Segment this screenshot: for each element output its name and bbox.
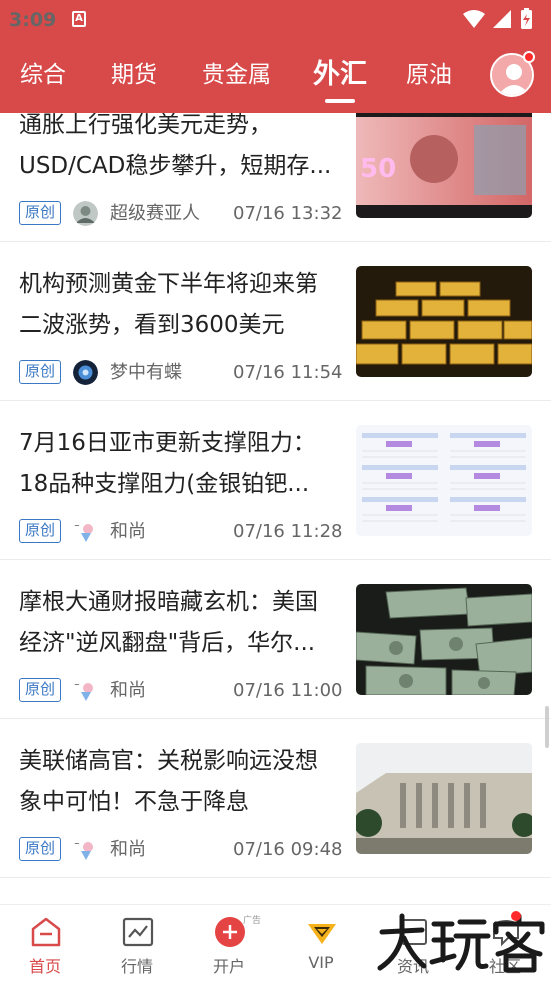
author-avatar xyxy=(73,360,98,385)
article-meta: 原创 超级赛亚人 07/16 13:32 xyxy=(19,201,349,227)
publish-time: 07/16 11:54 xyxy=(233,362,343,383)
article-title: 美联储高官：关税影响远没想象中可怕！不急于降息 xyxy=(19,748,318,815)
active-tab-indicator xyxy=(325,99,355,103)
tab-label: 原油 xyxy=(406,62,452,88)
status-bar: 3:09 A xyxy=(0,0,551,38)
publish-time: 07/16 13:32 xyxy=(233,203,343,224)
nav-label: 首页 xyxy=(28,957,61,976)
article-thumbnail xyxy=(356,425,532,536)
tab-precious-metals[interactable]: 贵金属 xyxy=(202,55,271,99)
article-thumbnail xyxy=(356,584,532,695)
status-time: 3:09 xyxy=(9,9,57,31)
article-title: 通胀上行强化美元走势，USD/CAD稳步攀升，短期存... xyxy=(19,112,332,179)
article-item[interactable]: 机构预测黄金下半年将迎来第二波涨势，看到3600美元 原创 梦中有蝶 07/16… xyxy=(0,242,551,401)
author-avatar: ~ xyxy=(73,519,98,544)
article-thumbnail: 50 xyxy=(356,107,532,218)
original-badge: 原创 xyxy=(19,360,61,384)
nav-label: VIP xyxy=(308,953,334,972)
scroll-indicator[interactable] xyxy=(545,706,549,748)
original-badge: 原创 xyxy=(19,519,61,543)
original-badge: 原创 xyxy=(19,837,61,861)
article-item[interactable]: 美联储高官：关税影响远没想象中可怕！不急于降息 原创 ~ 和尚 07/16 09… xyxy=(0,719,551,878)
article-title: 机构预测黄金下半年将迎来第二波涨势，看到3600美元 xyxy=(19,271,318,338)
author-avatar: ~ xyxy=(73,837,98,862)
nav-market[interactable]: 行情 xyxy=(92,905,182,981)
tab-label: 期货 xyxy=(111,62,157,88)
wifi-icon xyxy=(463,10,485,28)
article-thumbnail xyxy=(356,266,532,377)
article-item[interactable]: 7月16日亚市更新支撑阻力：18品种支撑阻力(金银铂钯... 原创 ~ 和尚 0… xyxy=(0,401,551,560)
nav-home[interactable]: 首页 xyxy=(0,905,90,981)
nav-label: 开户 xyxy=(212,957,245,976)
publish-time: 07/16 11:28 xyxy=(233,521,343,542)
article-meta: 原创 梦中有蝶 07/16 11:54 xyxy=(19,360,349,386)
author-name: 和尚 xyxy=(110,521,146,542)
svg-text:~: ~ xyxy=(74,840,80,848)
author-name: 超级赛亚人 xyxy=(110,203,200,224)
nav-label: 行情 xyxy=(120,957,153,976)
plus-circle-icon xyxy=(215,917,245,947)
original-badge: 原创 xyxy=(19,678,61,702)
vip-diamond-icon xyxy=(308,924,336,944)
publish-time: 07/16 09:48 xyxy=(233,839,343,860)
article-item[interactable]: 摩根大通财报暗藏玄机：美国经济"逆风翻盘"背后，华尔... 原创 ~ 和尚 07… xyxy=(0,560,551,719)
tab-label: 贵金属 xyxy=(202,62,271,88)
original-badge: 原创 xyxy=(19,201,61,225)
community-notification-dot xyxy=(511,911,521,921)
svg-text:~: ~ xyxy=(74,681,80,689)
notification-icon: A xyxy=(72,11,86,27)
article-thumbnail xyxy=(356,743,532,854)
system-status-icons xyxy=(463,8,532,29)
article-meta: 原创 ~ 和尚 07/16 11:28 xyxy=(19,519,349,545)
tab-futures[interactable]: 期货 xyxy=(111,55,157,99)
author-name: 和尚 xyxy=(110,680,146,701)
category-tabs: 综合 期货 贵金属 外汇 原油 xyxy=(0,55,551,103)
author-name: 梦中有蝶 xyxy=(110,362,182,383)
chart-icon xyxy=(122,917,154,947)
author-avatar xyxy=(73,201,98,226)
signal-icon xyxy=(493,10,511,28)
top-header: 3:09 A 综合 期货 贵金属 外汇 原油 xyxy=(0,0,551,113)
article-feed: 通胀上行强化美元走势，USD/CAD稳步攀升，短期存... 原创 超级赛亚人 0… xyxy=(0,83,551,878)
article-meta: 原创 ~ 和尚 07/16 11:00 xyxy=(19,678,349,704)
nav-vip[interactable]: VIP xyxy=(276,905,366,981)
tab-general[interactable]: 综合 xyxy=(20,55,66,99)
article-title: 7月16日亚市更新支撑阻力：18品种支撑阻力(金银铂钯... xyxy=(19,430,316,497)
tab-crude-oil[interactable]: 原油 xyxy=(406,55,452,99)
tab-forex[interactable]: 外汇 xyxy=(313,55,367,103)
svg-text:50: 50 xyxy=(360,154,396,184)
tab-label: 综合 xyxy=(20,62,66,88)
author-name: 和尚 xyxy=(110,839,146,860)
publish-time: 07/16 11:00 xyxy=(233,680,343,701)
article-meta: 原创 ~ 和尚 07/16 09:48 xyxy=(19,837,349,863)
author-avatar: ~ xyxy=(73,678,98,703)
tab-label: 外汇 xyxy=(313,59,367,90)
avatar-notification-dot xyxy=(523,51,535,63)
article-title: 摩根大通财报暗藏玄机：美国经济"逆风翻盘"背后，华尔... xyxy=(19,589,318,656)
ad-label: 广告 xyxy=(243,916,262,926)
home-icon xyxy=(31,917,61,947)
svg-text:~: ~ xyxy=(74,522,80,530)
watermark-logo xyxy=(377,913,545,973)
